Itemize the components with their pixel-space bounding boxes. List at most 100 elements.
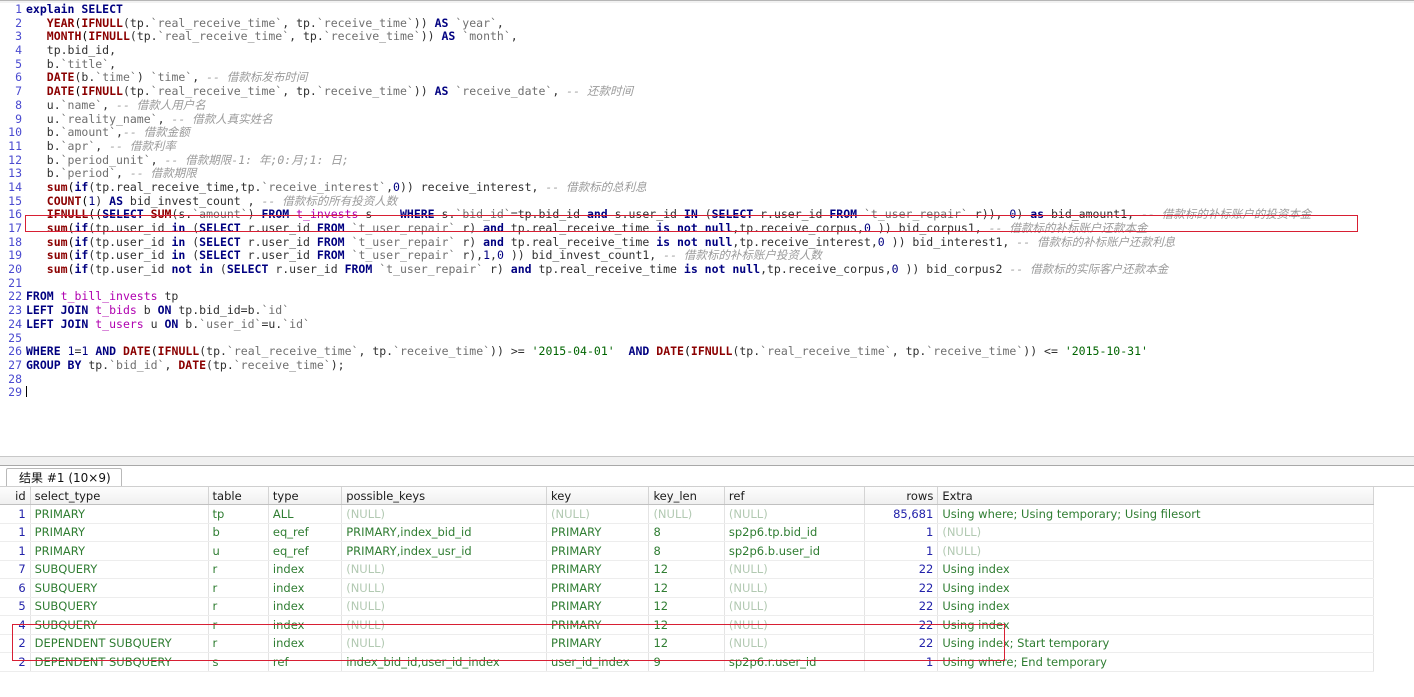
cell-rows[interactable]: 1 [865, 523, 938, 542]
code-line[interactable]: 11 b.`apr`, -- 借款利率 [0, 140, 1414, 154]
cell-select_type[interactable]: SUBQUERY [30, 560, 208, 579]
cell-type[interactable]: eq_ref [268, 523, 341, 542]
cell-ref[interactable]: sp2p6.b.user_id [724, 542, 864, 561]
code-line[interactable]: 14 sum(if(tp.real_receive_time,tp.`recei… [0, 181, 1414, 195]
cell-select_type[interactable]: PRIMARY [30, 542, 208, 561]
cell-rows[interactable]: 85,681 [865, 505, 938, 524]
cell-table[interactable]: r [208, 634, 268, 653]
column-header-rows[interactable]: rows [865, 487, 938, 505]
table-row[interactable]: 7SUBQUERYrindex(NULL)PRIMARY12(NULL)22Us… [0, 560, 1374, 579]
cell-possible_keys[interactable]: (NULL) [342, 616, 547, 635]
tab-result-1[interactable]: 结果 #1 (10×9) [6, 468, 122, 486]
cell-key_len[interactable]: 12 [649, 579, 724, 598]
cell-ref[interactable]: (NULL) [724, 597, 864, 616]
code-line[interactable]: 10 b.`amount`,-- 借款金额 [0, 126, 1414, 140]
table-row[interactable]: 2DEPENDENT SUBQUERYrindex(NULL)PRIMARY12… [0, 634, 1374, 653]
table-row[interactable]: 5SUBQUERYrindex(NULL)PRIMARY12(NULL)22Us… [0, 597, 1374, 616]
cell-ref[interactable]: (NULL) [724, 579, 864, 598]
cell-type[interactable]: eq_ref [268, 542, 341, 561]
cell-ref[interactable]: (NULL) [724, 634, 864, 653]
cell-table[interactable]: u [208, 542, 268, 561]
cell-extra[interactable]: Using where; End temporary [938, 653, 1374, 672]
cell-id[interactable]: 2 [0, 634, 30, 653]
table-body[interactable]: 1PRIMARYtpALL(NULL)(NULL)(NULL)(NULL)85,… [0, 505, 1374, 672]
cell-table[interactable]: b [208, 523, 268, 542]
cell-possible_keys[interactable]: PRIMARY,index_bid_id [342, 523, 547, 542]
code-line[interactable]: 1explain SELECT [0, 3, 1414, 17]
code-line[interactable]: 15 COUNT(1) AS bid_invest_count , -- 借款标… [0, 195, 1414, 209]
cell-key[interactable]: PRIMARY [547, 542, 649, 561]
code-line[interactable]: 26WHERE 1=1 AND DATE(IFNULL(tp.`real_rec… [0, 345, 1414, 359]
code-line[interactable]: 21 [0, 277, 1414, 291]
cell-extra[interactable]: (NULL) [938, 542, 1374, 561]
cell-key_len[interactable]: (NULL) [649, 505, 724, 524]
cell-rows[interactable]: 1 [865, 542, 938, 561]
cell-rows[interactable]: 1 [865, 653, 938, 672]
cell-possible_keys[interactable]: (NULL) [342, 505, 547, 524]
cell-ref[interactable]: sp2p6.r.user_id [724, 653, 864, 672]
cell-extra[interactable]: Using index; Start temporary [938, 634, 1374, 653]
cell-key_len[interactable]: 12 [649, 560, 724, 579]
cell-possible_keys[interactable]: (NULL) [342, 634, 547, 653]
code-line[interactable]: 28 [0, 373, 1414, 387]
cell-table[interactable]: r [208, 597, 268, 616]
cell-extra[interactable]: Using index [938, 560, 1374, 579]
cell-select_type[interactable]: SUBQUERY [30, 616, 208, 635]
result-grid-wrap[interactable]: idselect_typetabletypepossible_keyskeyke… [0, 487, 1414, 697]
code-line[interactable]: 12 b.`period_unit`, -- 借款期限-1: 年;0:月;1: … [0, 154, 1414, 168]
code-line[interactable]: 19 sum(if(tp.user_id in (SELECT r.user_i… [0, 249, 1414, 263]
column-header-id[interactable]: id [0, 487, 30, 505]
column-header-key[interactable]: key [547, 487, 649, 505]
code-line[interactable]: 5 b.`title`, [0, 58, 1414, 72]
cell-id[interactable]: 1 [0, 523, 30, 542]
cell-extra[interactable]: Using index [938, 616, 1374, 635]
column-header-possible_keys[interactable]: possible_keys [342, 487, 547, 505]
cell-key[interactable]: (NULL) [547, 505, 649, 524]
sql-code-lines[interactable]: 1explain SELECT2 YEAR(IFNULL(tp.`real_re… [0, 3, 1414, 400]
cell-type[interactable]: ALL [268, 505, 341, 524]
cell-table[interactable]: r [208, 616, 268, 635]
cell-possible_keys[interactable]: (NULL) [342, 597, 547, 616]
code-line[interactable]: 9 u.`reality_name`, -- 借款人真实姓名 [0, 113, 1414, 127]
code-line[interactable]: 6 DATE(b.`time`) `time`, -- 借款标发布时间 [0, 71, 1414, 85]
code-line[interactable]: 3 MONTH(IFNULL(tp.`real_receive_time`, t… [0, 30, 1414, 44]
cell-type[interactable]: ref [268, 653, 341, 672]
table-row[interactable]: 1PRIMARYueq_refPRIMARY,index_usr_idPRIMA… [0, 542, 1374, 561]
table-row[interactable]: 6SUBQUERYrindex(NULL)PRIMARY12(NULL)22Us… [0, 579, 1374, 598]
cell-key[interactable]: PRIMARY [547, 634, 649, 653]
cell-key[interactable]: user_id_index [547, 653, 649, 672]
cell-select_type[interactable]: SUBQUERY [30, 597, 208, 616]
cell-possible_keys[interactable]: (NULL) [342, 579, 547, 598]
table-row[interactable]: 1PRIMARYbeq_refPRIMARY,index_bid_idPRIMA… [0, 523, 1374, 542]
cell-key[interactable]: PRIMARY [547, 523, 649, 542]
cell-type[interactable]: index [268, 579, 341, 598]
code-line[interactable]: 23LEFT JOIN t_bids b ON tp.bid_id=b.`id` [0, 304, 1414, 318]
table-row[interactable]: 2DEPENDENT SUBQUERYsrefindex_bid_id,user… [0, 653, 1374, 672]
code-line[interactable]: 18 sum(if(tp.user_id in (SELECT r.user_i… [0, 236, 1414, 250]
cell-table[interactable]: r [208, 560, 268, 579]
cell-table[interactable]: tp [208, 505, 268, 524]
code-line[interactable]: 25 [0, 332, 1414, 346]
cell-id[interactable]: 7 [0, 560, 30, 579]
cell-id[interactable]: 2 [0, 653, 30, 672]
cell-possible_keys[interactable]: index_bid_id,user_id_index [342, 653, 547, 672]
cell-rows[interactable]: 22 [865, 597, 938, 616]
cell-key_len[interactable]: 12 [649, 634, 724, 653]
cell-key_len[interactable]: 8 [649, 542, 724, 561]
code-line[interactable]: 8 u.`name`, -- 借款人用户名 [0, 99, 1414, 113]
code-line[interactable]: 29 [0, 386, 1414, 400]
cell-extra[interactable]: Using index [938, 597, 1374, 616]
pane-splitter[interactable] [0, 456, 1414, 466]
cell-key[interactable]: PRIMARY [547, 560, 649, 579]
cell-id[interactable]: 6 [0, 579, 30, 598]
cell-type[interactable]: index [268, 560, 341, 579]
column-header-select_type[interactable]: select_type [30, 487, 208, 505]
cell-type[interactable]: index [268, 616, 341, 635]
cell-rows[interactable]: 22 [865, 634, 938, 653]
table-row[interactable]: 1PRIMARYtpALL(NULL)(NULL)(NULL)(NULL)85,… [0, 505, 1374, 524]
code-line[interactable]: 7 DATE(IFNULL(tp.`real_receive_time`, tp… [0, 85, 1414, 99]
cell-id[interactable]: 1 [0, 505, 30, 524]
cell-ref[interactable]: (NULL) [724, 616, 864, 635]
cell-id[interactable]: 5 [0, 597, 30, 616]
cell-extra[interactable]: (NULL) [938, 523, 1374, 542]
